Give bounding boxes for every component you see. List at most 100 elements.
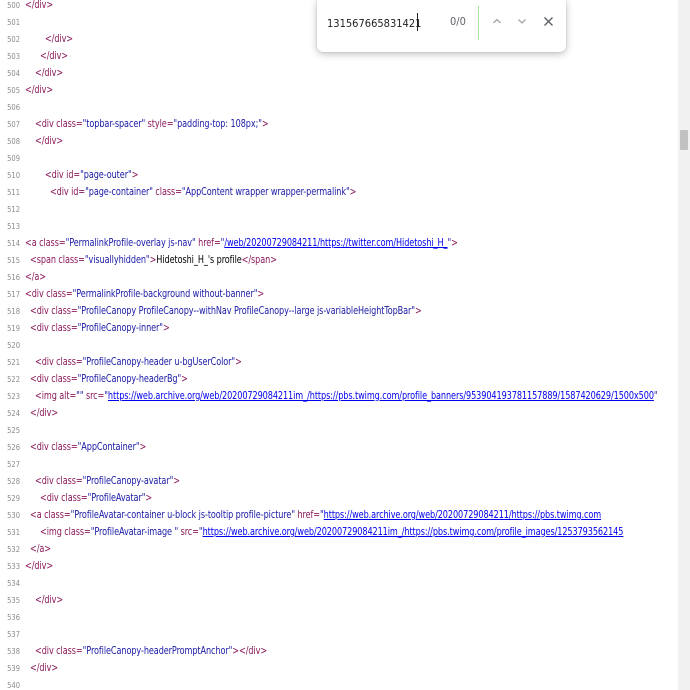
source-line: 519 <div class="ProfileCanopy-inner"> <box>0 320 678 337</box>
line-number: 506 <box>7 103 20 112</box>
line-number: 521 <box>7 358 20 367</box>
chevron-down-icon <box>518 19 526 24</box>
line-number: 540 <box>7 681 20 690</box>
line-code: <div class="ProfileCanopy-headerBg"> <box>25 371 188 388</box>
code-token: > <box>235 356 242 368</box>
line-number: 516 <box>7 273 20 282</box>
code-token: <div <box>29 305 52 317</box>
line-number: 509 <box>7 154 20 163</box>
source-line: 524 </div> <box>0 405 678 422</box>
line-code: </a> <box>25 269 46 286</box>
code-token: class= <box>46 288 73 300</box>
find-close-button[interactable] <box>538 11 558 31</box>
line-number: 538 <box>7 647 20 656</box>
source-line: 522 <div class="ProfileCanopy-headerBg"> <box>0 371 678 388</box>
find-input[interactable] <box>327 14 422 32</box>
source-line: 532 </a> <box>0 541 678 558</box>
line-code: </div> <box>25 82 53 99</box>
line-number: 533 <box>7 562 20 571</box>
line-number: 530 <box>7 511 20 520</box>
code-token: class= <box>56 118 83 130</box>
code-token: </div> <box>25 560 54 572</box>
code-token: > <box>131 169 139 181</box>
code-token: "page-outer" <box>80 169 132 181</box>
code-token: class= <box>51 373 78 385</box>
vertical-scrollbar[interactable] <box>678 0 690 690</box>
code-token: </div> <box>34 67 64 79</box>
code-token: class= <box>44 509 71 521</box>
line-code: <img alt="" src= "https://web.archive.org… <box>25 388 658 405</box>
code-token: </div> <box>34 135 64 147</box>
code-token: <div <box>34 118 57 130</box>
line-number: 514 <box>7 239 20 248</box>
source-line: 509 <box>0 150 678 167</box>
source-line: 523 <img alt="" src= "https://web.archive… <box>0 388 678 405</box>
line-code: </div> <box>25 0 53 14</box>
code-token: class= <box>56 645 83 657</box>
line-number: 535 <box>7 596 20 605</box>
code-token: class= <box>51 441 78 453</box>
line-code: </div> <box>25 65 63 82</box>
text-caret <box>417 13 418 31</box>
line-number: 532 <box>7 545 20 554</box>
line-code: </div> <box>25 558 53 575</box>
line-number: 500 <box>7 1 20 10</box>
find-previous-button[interactable] <box>487 11 507 31</box>
code-token: "ProfileCanopy-header u-bgUserColor" <box>82 356 236 368</box>
line-number: 525 <box>7 426 20 435</box>
code-token: > <box>162 322 170 334</box>
line-number: 510 <box>7 171 20 180</box>
source-line: 521 <div class="ProfileCanopy-header u-b… <box>0 354 678 371</box>
line-number: 519 <box>7 324 20 333</box>
line-number: 511 <box>7 188 20 197</box>
source-link[interactable]: https://web.archive.org/web/202007290842… <box>108 390 654 402</box>
code-token: "" <box>76 390 86 402</box>
code-token: > <box>414 305 422 317</box>
line-code: <a class="ProfileAvatar-container u-bloc… <box>25 507 601 524</box>
code-token: <div <box>29 373 52 385</box>
source-line: 535 </div> <box>0 592 678 609</box>
source-line: 529 <div class="ProfileAvatar"> <box>0 490 678 507</box>
source-line: 539 </div> <box>0 660 678 677</box>
find-next-button[interactable] <box>512 11 532 31</box>
code-token: </div> <box>34 594 64 606</box>
code-token: > <box>139 441 147 453</box>
code-token: "PermalinkProfile-overlay js-nav" <box>65 237 199 249</box>
scrollbar-thumb[interactable] <box>680 130 688 150</box>
code-token: <div <box>44 169 67 181</box>
source-line: 514 <a class="PermalinkProfile-overlay js… <box>0 235 678 252</box>
line-code: <a class="PermalinkProfile-overlay js-na… <box>25 235 458 252</box>
line-code: </div> <box>25 405 58 422</box>
source-line: 516 </a> <box>0 269 678 286</box>
code-token: </a> <box>25 271 46 283</box>
source-link[interactable]: /web/20200729084211/https://twitter.com/… <box>224 237 447 249</box>
code-token: class= <box>61 492 88 504</box>
source-line: 534 <box>0 575 678 592</box>
source-line: 527 <box>0 456 678 473</box>
code-token: Hidetoshi_H_'s profile <box>156 254 242 266</box>
code-token: "ProfileAvatar" <box>87 492 146 504</box>
line-code: <div id="page-container" class="AppConte… <box>25 184 357 201</box>
code-token: "topbar-spacer" <box>82 118 148 130</box>
source-line: 517 <div class="PermalinkProfile-backgrou… <box>0 286 678 303</box>
line-number: 505 <box>7 86 20 95</box>
code-token: href= <box>198 237 221 249</box>
line-number: 502 <box>7 35 20 44</box>
source-link[interactable]: https://web.archive.org/web/202007290842… <box>203 526 624 538</box>
source-line: 513 <box>0 218 678 235</box>
code-token: "page-container" <box>85 186 156 198</box>
source-line: 533 </div> <box>0 558 678 575</box>
code-token: </div> <box>29 407 59 419</box>
code-token: style= <box>147 118 174 130</box>
code-token: "ProfileAvatar-container u-block js-tool… <box>70 509 298 521</box>
code-token: <div <box>34 356 57 368</box>
source-link[interactable]: https://web.archive.org/web/202007290842… <box>324 509 601 521</box>
source-line: 518 <div class="ProfileCanopy ProfileCan… <box>0 303 678 320</box>
code-token: class= <box>64 526 91 538</box>
source-viewer: 500 </div> 501 502 </div> 503 </div> 504 </di… <box>0 0 678 690</box>
line-code: </div> <box>25 48 68 65</box>
